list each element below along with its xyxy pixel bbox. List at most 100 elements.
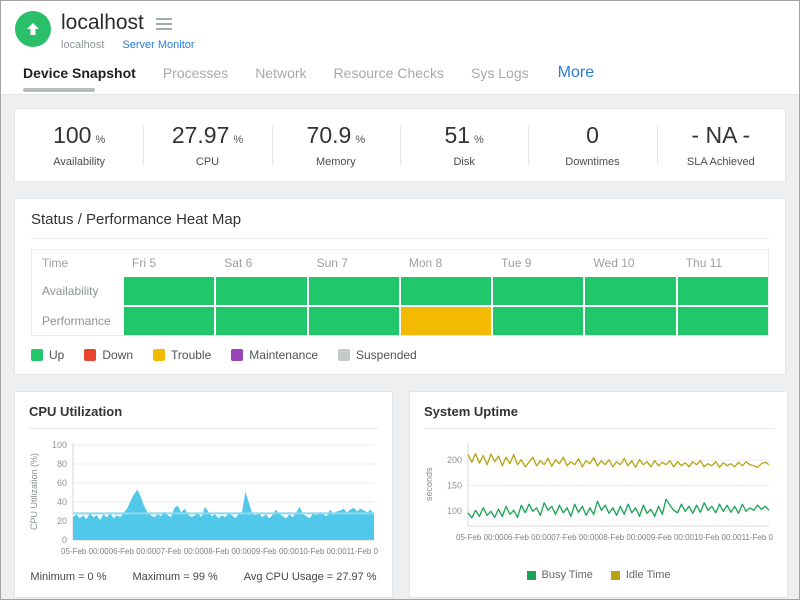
cpu-y-axis-label: CPU Utilization (%) xyxy=(29,439,41,543)
cpu-x-axis-labels: 05-Feb 00:00 06-Feb 00:00 07-Feb 00:00 0… xyxy=(61,547,378,556)
svg-text:100: 100 xyxy=(52,440,67,450)
heatmap-cell[interactable] xyxy=(678,307,768,335)
heatmap-row-label: Availability xyxy=(32,277,122,305)
stat-label: Downtimes xyxy=(565,156,619,168)
heatmap-col-header: Thu 11 xyxy=(678,250,768,275)
svg-text:40: 40 xyxy=(57,497,67,507)
heatmap-row-label: Performance xyxy=(32,307,122,335)
svg-text:200: 200 xyxy=(447,455,462,465)
heatmap-cell[interactable] xyxy=(401,277,491,305)
heatmap-cell[interactable] xyxy=(678,277,768,305)
stat-value: - NA - xyxy=(691,122,750,149)
summary-stats-card: 100% Availability 27.97% CPU 70.9% Memor… xyxy=(14,108,786,182)
charts-row: CPU Utilization CPU Utilization (%) 0 20 4… xyxy=(14,391,786,598)
legend-item-maintenance: Maintenance xyxy=(231,348,318,362)
stat-value: 27.97 xyxy=(172,122,230,149)
stat-label: Memory xyxy=(316,156,356,168)
stat-label: CPU xyxy=(196,156,219,168)
trouble-swatch-icon xyxy=(153,349,165,361)
breadcrumb-monitor-link[interactable]: Server Monitor xyxy=(122,39,194,51)
heatmap-cell[interactable] xyxy=(124,277,214,305)
stat-cpu: 27.97% CPU xyxy=(143,109,271,181)
legend-busy-time: Busy Time xyxy=(527,569,593,581)
tab-device-snapshot[interactable]: Device Snapshot xyxy=(23,65,136,81)
stat-label: SLA Achieved xyxy=(687,156,755,168)
tab-sys-logs[interactable]: Sys Logs xyxy=(471,65,529,81)
content-area: 100% Availability 27.97% CPU 70.9% Memor… xyxy=(1,94,799,600)
heatmap-col-header: Mon 8 xyxy=(401,250,491,275)
stat-label: Disk xyxy=(453,156,474,168)
heatmap-cell[interactable] xyxy=(493,307,583,335)
stat-downtimes: 0 Downtimes xyxy=(528,109,656,181)
stat-memory: 70.9% Memory xyxy=(272,109,400,181)
uptime-legend: Busy Time Idle Time xyxy=(424,569,773,581)
heatmap-cell[interactable] xyxy=(401,307,491,335)
heatmap-title: Status / Performance Heat Map xyxy=(31,211,769,239)
legend-item-suspended: Suspended xyxy=(338,348,417,362)
cpu-stat-max: Maximum = 99 % xyxy=(133,571,218,583)
cpu-stat-min: Minimum = 0 % xyxy=(30,571,106,583)
legend-idle-time: Idle Time xyxy=(611,569,671,581)
svg-text:100: 100 xyxy=(447,506,462,516)
svg-text:20: 20 xyxy=(57,516,67,526)
system-uptime-card: System Uptime seconds 100 150 200 05-Feb 0… xyxy=(409,391,788,598)
uptime-chart-plot: 100 150 200 xyxy=(436,439,773,529)
uptime-y-axis-label: seconds xyxy=(424,439,436,529)
heatmap-table: Time Fri 5 Sat 6 Sun 7 Mon 8 Tue 9 Wed 1… xyxy=(31,249,769,336)
stat-value: 51 xyxy=(444,122,470,149)
heatmap-cell[interactable] xyxy=(124,307,214,335)
stat-label: Availability xyxy=(53,156,105,168)
busy-time-swatch-icon xyxy=(527,571,536,580)
tab-resource-checks[interactable]: Resource Checks xyxy=(334,65,445,81)
page-title: localhost xyxy=(61,11,144,35)
down-swatch-icon xyxy=(84,349,96,361)
idle-time-swatch-icon xyxy=(611,571,620,580)
heatmap-cell[interactable] xyxy=(309,277,399,305)
breadcrumb-host: localhost xyxy=(61,39,104,51)
breadcrumb: localhost Server Monitor xyxy=(61,39,195,51)
monitor-status-badge xyxy=(15,11,51,47)
suspended-swatch-icon xyxy=(338,349,350,361)
heatmap-cell[interactable] xyxy=(216,277,306,305)
heatmap-cell[interactable] xyxy=(216,307,306,335)
heatmap-col-header-time: Time xyxy=(32,250,122,275)
svg-text:60: 60 xyxy=(57,478,67,488)
up-swatch-icon xyxy=(31,349,43,361)
heatmap-col-header: Sat 6 xyxy=(216,250,306,275)
stat-unit: % xyxy=(95,134,105,146)
heatmap-cell[interactable] xyxy=(493,277,583,305)
up-arrow-icon xyxy=(25,21,41,37)
uptime-chart-title: System Uptime xyxy=(424,404,773,429)
stat-availability: 100% Availability xyxy=(15,109,143,181)
stat-disk: 51% Disk xyxy=(400,109,528,181)
tab-processes[interactable]: Processes xyxy=(163,65,228,81)
heatmap-card: Status / Performance Heat Map Time Fri 5… xyxy=(14,198,786,375)
maintenance-swatch-icon xyxy=(231,349,243,361)
cpu-chart-plot: 020406080100 xyxy=(41,439,378,543)
heatmap-col-header: Tue 9 xyxy=(493,250,583,275)
uptime-x-axis-labels: 05-Feb 00:00 06-Feb 00:00 07-Feb 00:00 0… xyxy=(456,533,773,542)
tab-more[interactable]: More xyxy=(558,64,594,82)
stat-unit: % xyxy=(355,134,365,146)
heatmap-legend: Up Down Trouble Maintenance Suspended xyxy=(31,348,769,362)
stat-value: 0 xyxy=(586,122,599,149)
cpu-summary-stats: Minimum = 0 % Maximum = 99 % Avg CPU Usa… xyxy=(29,571,378,583)
legend-item-down: Down xyxy=(84,348,133,362)
cpu-utilization-card: CPU Utilization CPU Utilization (%) 0 20 4… xyxy=(14,391,393,598)
server-monitor-window: localhost localhost Server Monitor Devic… xyxy=(0,0,800,600)
cpu-chart-title: CPU Utilization xyxy=(29,404,378,429)
heatmap-cell[interactable] xyxy=(309,307,399,335)
active-tab-indicator[interactable] xyxy=(23,88,95,92)
stat-unit: % xyxy=(233,134,243,146)
heatmap-col-header: Fri 5 xyxy=(124,250,214,275)
heatmap-col-header: Sun 7 xyxy=(309,250,399,275)
svg-text:150: 150 xyxy=(447,481,462,491)
heatmap-cell[interactable] xyxy=(585,307,675,335)
stat-sla: - NA - SLA Achieved xyxy=(657,109,785,181)
stat-unit: % xyxy=(474,134,484,146)
legend-item-trouble: Trouble xyxy=(153,348,211,362)
menu-icon[interactable] xyxy=(156,16,172,30)
svg-text:0: 0 xyxy=(62,535,67,543)
heatmap-cell[interactable] xyxy=(585,277,675,305)
tab-network[interactable]: Network xyxy=(255,65,306,81)
